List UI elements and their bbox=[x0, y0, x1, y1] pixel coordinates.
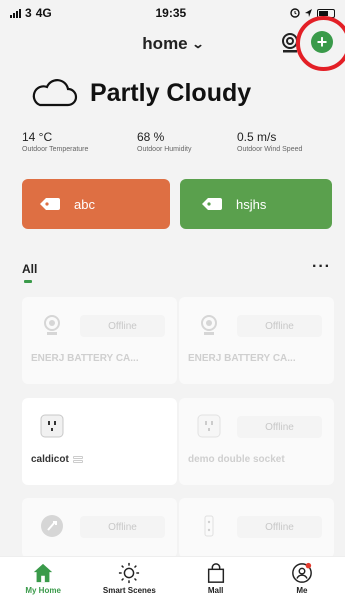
weather-stats: 14 °C Outdoor Temperature 68 % Outdoor H… bbox=[0, 130, 345, 166]
home-selector[interactable]: home ⌄ bbox=[142, 34, 205, 54]
stat-value: 0.5 m/s bbox=[237, 130, 277, 144]
tag-icon bbox=[40, 198, 60, 210]
device-name: caldicot bbox=[31, 454, 171, 465]
signal-count: 3 bbox=[25, 6, 32, 20]
tag-icon bbox=[202, 198, 222, 210]
stat-value: 68 % bbox=[137, 130, 165, 144]
device-card[interactable]: caldicot bbox=[22, 398, 177, 485]
nav-my-home[interactable]: My Home bbox=[0, 557, 86, 599]
chevron-down-icon: ⌄ bbox=[191, 37, 205, 51]
device-status: Offline bbox=[237, 416, 322, 438]
stat-label: Outdoor Temperature bbox=[22, 146, 89, 153]
signal-icon bbox=[10, 8, 21, 18]
sun-icon bbox=[119, 562, 140, 584]
home-title: home bbox=[142, 34, 188, 53]
device-card[interactable]: Offline bbox=[22, 498, 177, 558]
stat-value: 14 °C bbox=[22, 130, 53, 144]
stat-label: Outdoor Wind Speed bbox=[237, 146, 303, 153]
cloud-icon bbox=[32, 79, 78, 107]
nav-mall[interactable]: Mall bbox=[173, 557, 259, 599]
stat-wind: 0.5 m/s Outdoor Wind Speed bbox=[237, 130, 302, 153]
switch-icon bbox=[204, 515, 214, 537]
status-time: 19:35 bbox=[155, 6, 187, 20]
socket-icon bbox=[197, 414, 221, 438]
device-name: demo double socket bbox=[188, 454, 285, 465]
weather-condition: Partly Cloudy bbox=[90, 78, 252, 107]
camera-icon bbox=[44, 315, 60, 335]
header: home ⌄ + bbox=[0, 16, 345, 71]
device-status: Offline bbox=[80, 315, 165, 337]
nav-label: Mall bbox=[207, 586, 224, 595]
tab-indicator bbox=[24, 280, 32, 283]
nav-label: Smart Scenes bbox=[102, 586, 156, 595]
device-card[interactable]: Offline bbox=[179, 498, 334, 558]
bottom-navigation: My Home Smart Scenes Mall Me bbox=[0, 556, 345, 599]
device-status: Offline bbox=[237, 516, 322, 538]
wifi-bluetooth-icon bbox=[72, 456, 83, 463]
stat-temperature: 14 °C Outdoor Temperature bbox=[22, 130, 88, 153]
device-status: Offline bbox=[80, 516, 165, 538]
device-name: ENERJ BATTERY CA... bbox=[31, 353, 139, 364]
nav-label: Me bbox=[296, 586, 308, 595]
weather-summary: Partly Cloudy bbox=[30, 78, 251, 108]
stat-label: Outdoor Humidity bbox=[137, 146, 192, 153]
scene-card-hsjhs[interactable]: hsjhs bbox=[180, 179, 332, 229]
alarm-icon bbox=[290, 8, 300, 18]
stat-humidity: 68 % Outdoor Humidity bbox=[137, 130, 191, 153]
device-card[interactable]: Offline demo double socket bbox=[179, 398, 334, 485]
status-left: 3 4G bbox=[10, 6, 52, 20]
highlight-circle bbox=[296, 16, 345, 71]
camera-icon bbox=[201, 315, 217, 335]
status-bar: 3 4G 19:35 bbox=[0, 0, 345, 26]
notification-dot bbox=[305, 562, 312, 569]
nav-smart-scenes[interactable]: Smart Scenes bbox=[86, 557, 172, 599]
device-card[interactable]: Offline ENERJ BATTERY CA... bbox=[22, 297, 177, 384]
profile-icon bbox=[291, 562, 312, 583]
nav-label: My Home bbox=[25, 586, 61, 595]
room-tabs: All ··· bbox=[0, 252, 345, 292]
device-card[interactable]: Offline ENERJ BATTERY CA... bbox=[179, 297, 334, 384]
scene-label: abc bbox=[74, 196, 95, 212]
location-icon bbox=[305, 9, 312, 17]
socket-icon bbox=[40, 414, 64, 438]
tab-all[interactable]: All bbox=[22, 262, 37, 276]
scene-label: hsjhs bbox=[236, 196, 267, 212]
scene-card-abc[interactable]: abc bbox=[22, 179, 170, 229]
home-icon bbox=[33, 563, 53, 583]
sensor-icon bbox=[41, 515, 63, 537]
network-type: 4G bbox=[35, 6, 52, 20]
more-button[interactable]: ··· bbox=[312, 258, 331, 276]
device-name-text: caldicot bbox=[31, 454, 69, 465]
device-name: ENERJ BATTERY CA... bbox=[188, 353, 296, 364]
bag-icon bbox=[207, 563, 224, 583]
device-status: Offline bbox=[237, 315, 322, 337]
nav-me[interactable]: Me bbox=[259, 557, 345, 599]
